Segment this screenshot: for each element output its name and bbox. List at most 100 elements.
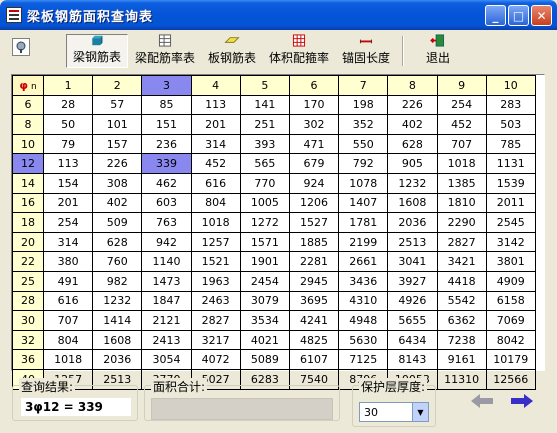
cover-thickness-select[interactable]: 30 ▼ [359, 402, 429, 422]
table-cell[interactable]: 402 [92, 192, 143, 214]
table-cell[interactable]: 1810 [436, 192, 487, 214]
table-cell[interactable]: 2545 [485, 212, 536, 233]
maximize-button[interactable]: □ [508, 5, 529, 26]
row-header[interactable]: 12 [12, 153, 44, 174]
table-cell[interactable]: 5542 [436, 290, 487, 312]
table-cell[interactable]: 2513 [387, 231, 438, 253]
table-cell[interactable]: 2827 [190, 310, 241, 331]
table-cell[interactable]: 792 [338, 153, 389, 174]
table-cell[interactable]: 770 [239, 172, 290, 194]
table-cell[interactable]: 1414 [92, 310, 143, 331]
table-cell[interactable]: 11310 [436, 368, 487, 390]
table-cell[interactable]: 3927 [387, 270, 438, 292]
table-cell[interactable]: 679 [288, 153, 340, 174]
table-cell[interactable]: 1272 [239, 212, 290, 233]
table-cell[interactable]: 1140 [141, 251, 192, 272]
table-cell[interactable]: 1018 [190, 212, 241, 233]
table-cell[interactable]: 2661 [338, 251, 389, 272]
table-cell[interactable]: 603 [141, 192, 192, 214]
row-header[interactable]: 28 [12, 290, 44, 312]
table-cell[interactable]: 4948 [338, 310, 389, 331]
table-cell[interactable]: 565 [239, 153, 290, 174]
table-cell[interactable]: 1963 [190, 270, 241, 292]
table-cell[interactable]: 154 [42, 172, 94, 194]
row-header[interactable]: 30 [12, 310, 44, 331]
table-cell[interactable]: 2281 [288, 251, 340, 272]
table-cell[interactable]: 2199 [338, 231, 389, 253]
table-cell[interactable]: 6107 [288, 349, 340, 370]
table-cell[interactable]: 8042 [485, 329, 536, 351]
table-cell[interactable]: 226 [387, 94, 438, 116]
row-header[interactable]: 22 [12, 251, 44, 272]
table-cell[interactable]: 616 [42, 290, 94, 312]
table-cell[interactable]: 28 [42, 94, 94, 116]
row-header[interactable]: 32 [12, 329, 44, 351]
table-cell[interactable]: 1078 [338, 172, 389, 194]
table-cell[interactable]: 380 [42, 251, 94, 272]
table-cell[interactable]: 1571 [239, 231, 290, 253]
table-cell[interactable]: 3041 [387, 251, 438, 272]
table-cell[interactable]: 628 [92, 231, 143, 253]
row-header[interactable]: 14 [12, 172, 44, 194]
column-header[interactable]: 5 [239, 75, 290, 96]
table-cell[interactable]: 1527 [288, 212, 340, 233]
table-cell[interactable]: 6158 [485, 290, 536, 312]
table-cell[interactable]: 491 [42, 270, 94, 292]
table-cell[interactable]: 3421 [436, 251, 487, 272]
table-cell[interactable]: 3534 [239, 310, 290, 331]
table-cell[interactable]: 6434 [387, 329, 438, 351]
table-cell[interactable]: 2036 [92, 349, 143, 370]
table-cell[interactable]: 226 [92, 153, 143, 174]
table-cell[interactable]: 462 [141, 172, 192, 194]
row-header[interactable]: 16 [12, 192, 44, 214]
column-header[interactable]: 8 [387, 75, 438, 96]
pin-icon[interactable] [12, 38, 30, 56]
table-cell[interactable]: 1781 [338, 212, 389, 233]
table-cell[interactable]: 12566 [485, 368, 536, 390]
table-cell[interactable]: 2945 [288, 270, 340, 292]
table-cell[interactable]: 113 [42, 153, 94, 174]
arrow-left-icon[interactable] [469, 393, 495, 409]
table-cell[interactable]: 509 [92, 212, 143, 233]
table-cell[interactable]: 157 [92, 133, 143, 155]
minimize-button[interactable]: _ [485, 5, 506, 26]
table-cell[interactable]: 308 [92, 172, 143, 194]
column-header[interactable]: 10 [485, 75, 536, 96]
table-cell[interactable]: 616 [190, 172, 241, 194]
table-cell[interactable]: 10179 [485, 349, 536, 370]
table-cell[interactable]: 79 [42, 133, 94, 155]
table-cell[interactable]: 2121 [141, 310, 192, 331]
table-cell[interactable]: 2827 [436, 231, 487, 253]
column-header[interactable]: 6 [288, 75, 340, 96]
row-header[interactable]: 18 [12, 212, 44, 233]
anchorage-length-button[interactable]: 锚固长度 [336, 34, 396, 68]
table-cell[interactable]: 7125 [338, 349, 389, 370]
table-cell[interactable]: 924 [288, 172, 340, 194]
table-cell[interactable]: 1473 [141, 270, 192, 292]
table-cell[interactable]: 201 [190, 114, 241, 135]
table-cell[interactable]: 4825 [288, 329, 340, 351]
table-cell[interactable]: 4021 [239, 329, 290, 351]
table-cell[interactable]: 3142 [485, 231, 536, 253]
table-cell[interactable]: 3217 [190, 329, 241, 351]
table-cell[interactable]: 101 [92, 114, 143, 135]
table-cell[interactable]: 113 [190, 94, 241, 116]
table-cell[interactable]: 402 [387, 114, 438, 135]
table-cell[interactable]: 1206 [288, 192, 340, 214]
table-cell[interactable]: 2463 [190, 290, 241, 312]
table-cell[interactable]: 339 [141, 153, 192, 174]
table-cell[interactable]: 942 [141, 231, 192, 253]
table-cell[interactable]: 2454 [239, 270, 290, 292]
table-cell[interactable]: 4072 [190, 349, 241, 370]
table-cell[interactable]: 254 [42, 212, 94, 233]
table-cell[interactable]: 503 [485, 114, 536, 135]
table-cell[interactable]: 3054 [141, 349, 192, 370]
table-cell[interactable]: 804 [42, 329, 94, 351]
table-cell[interactable]: 707 [42, 310, 94, 331]
table-cell[interactable]: 452 [436, 114, 487, 135]
column-header[interactable]: 1 [42, 75, 94, 96]
column-header[interactable]: 4 [190, 75, 241, 96]
table-cell[interactable]: 85 [141, 94, 192, 116]
table-cell[interactable]: 785 [485, 133, 536, 155]
row-header[interactable]: 25 [12, 270, 44, 292]
